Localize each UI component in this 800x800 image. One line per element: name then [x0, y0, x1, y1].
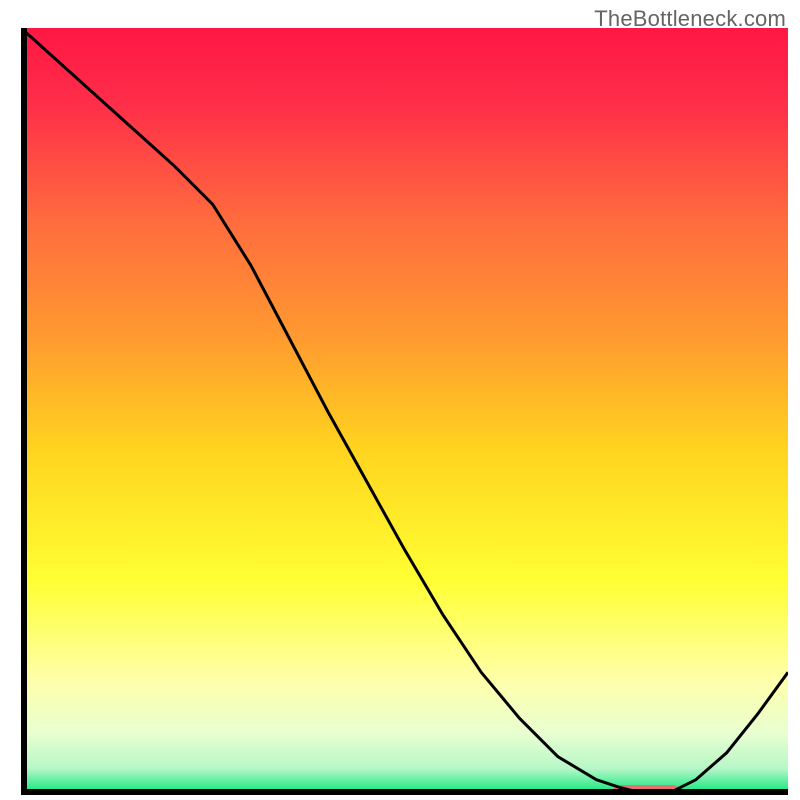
watermark-text: TheBottleneck.com	[594, 6, 786, 32]
plot-svg	[21, 28, 788, 795]
plot-area	[21, 28, 788, 795]
gradient-rect	[21, 28, 788, 795]
